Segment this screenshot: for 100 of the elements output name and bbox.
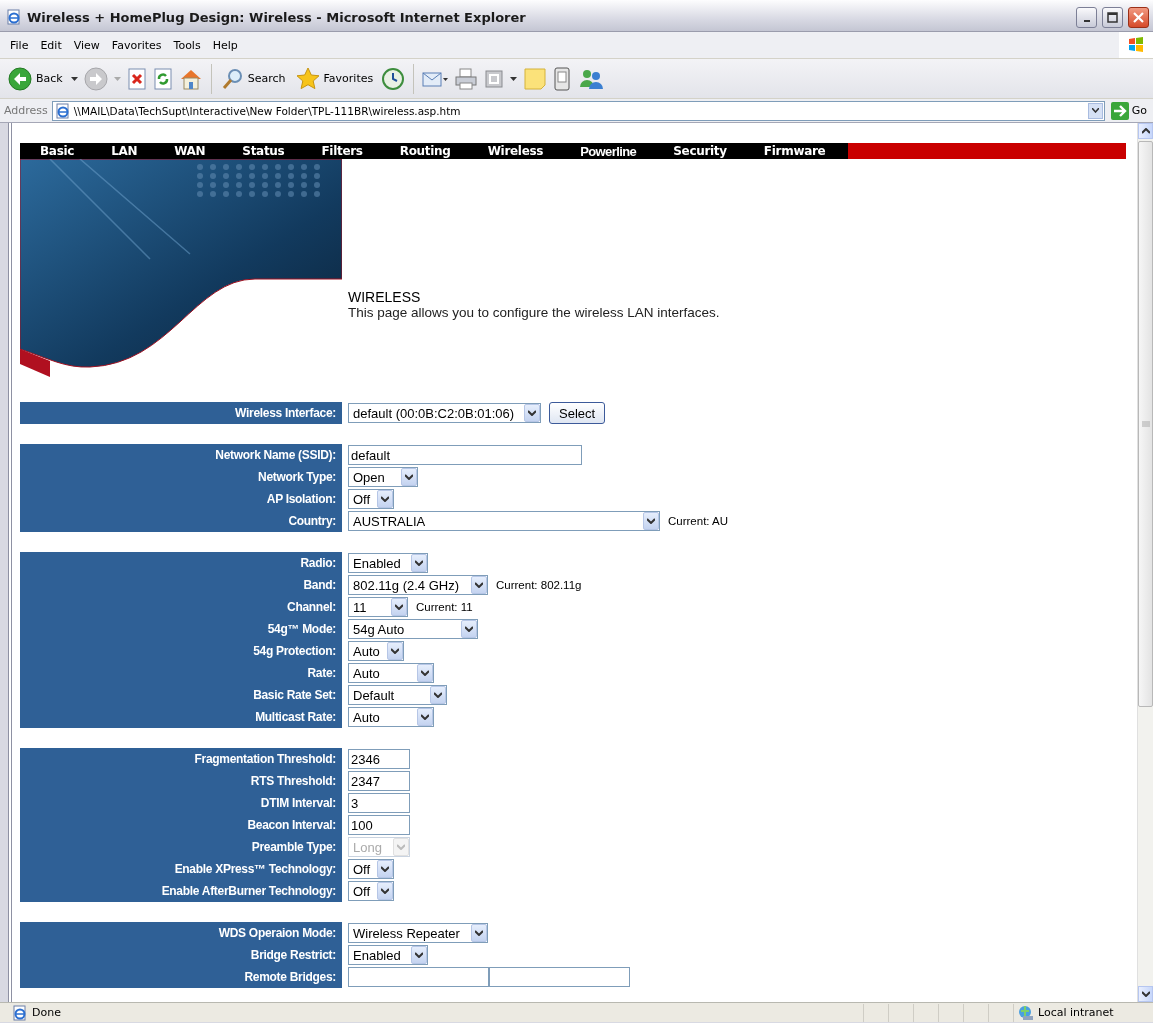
window-title: Wireless + HomePlug Design: Wireless - Microsoft Internet Explorer (27, 9, 527, 25)
dropdown-select[interactable]: default (00:0B:C2:0B:01:06) (348, 403, 541, 423)
input-field[interactable]: 2347 (348, 771, 410, 791)
field-label: Remote Bridges: (20, 966, 342, 988)
arrow-right-icon (1110, 101, 1129, 120)
dropdown-select[interactable]: Default (348, 685, 447, 705)
input-field[interactable]: 3 (348, 793, 410, 813)
field-label: Radio: (20, 552, 342, 574)
field-label: Country: (20, 510, 342, 532)
network-globe-icon (1018, 1004, 1034, 1021)
current-value-note: Current: 802.11g (496, 579, 582, 591)
search-button[interactable]: Search (219, 65, 288, 92)
current-value-note: Current: AU (668, 515, 729, 527)
dropdown-select[interactable]: Enabled (348, 945, 428, 965)
dropdown-select[interactable]: Auto (348, 641, 404, 661)
maximize-button[interactable] (1102, 6, 1123, 28)
field-label: WDS Operaion Mode: (20, 922, 342, 944)
input-field[interactable]: 100 (348, 815, 410, 835)
minimize-icon (1083, 20, 1090, 22)
input-field[interactable]: 2346 (348, 749, 410, 769)
refresh-icon[interactable] (152, 67, 173, 90)
printer-icon[interactable] (454, 67, 479, 90)
dropdown-caret-icon[interactable] (510, 76, 518, 81)
chevron-down-icon (381, 888, 389, 894)
dropdown-select[interactable]: AUSTRALIA (348, 511, 660, 531)
chevron-down-icon (434, 692, 442, 698)
browser-page-icon (54, 102, 71, 119)
address-label: Address (4, 104, 48, 117)
dropdown-select[interactable]: Open (348, 467, 418, 487)
menu-item[interactable]: Help (206, 36, 244, 54)
menu-item[interactable]: Tools (167, 36, 207, 54)
dropdown-select[interactable]: Auto (348, 707, 434, 727)
go-button[interactable]: Go (1108, 101, 1149, 120)
menu-item[interactable]: Edit (34, 36, 68, 54)
nav-link[interactable]: Filters (301, 144, 380, 158)
chevron-down-icon (421, 670, 429, 676)
browser-page-icon (6, 9, 22, 25)
stop-icon[interactable] (126, 67, 147, 90)
chevron-down-icon (391, 648, 399, 654)
menu-item[interactable]: File (4, 36, 35, 54)
dropdown-caret-icon[interactable] (70, 76, 78, 81)
chevron-down-icon (397, 844, 405, 850)
nav-link[interactable]: Basic (20, 144, 92, 158)
minimize-button[interactable] (1076, 6, 1097, 28)
nav-link[interactable]: Routing (379, 144, 468, 158)
scroll-up-icon[interactable] (1141, 128, 1150, 134)
chevron-down-icon (405, 474, 413, 480)
field-label: Rate: (20, 662, 342, 684)
select-button[interactable]: Select (549, 402, 606, 424)
nav-link[interactable]: Status (222, 144, 302, 158)
input-field[interactable] (348, 967, 489, 987)
history-clock-icon[interactable] (381, 66, 406, 91)
menu-item[interactable]: Favorites (105, 36, 168, 54)
close-button[interactable] (1128, 6, 1149, 28)
favorites-button[interactable]: Favorites (293, 64, 376, 93)
status-text: Done (32, 1006, 61, 1019)
scroll-down-icon[interactable] (1141, 991, 1150, 997)
browser-page-icon (12, 1004, 28, 1021)
chevron-down-icon (421, 714, 429, 720)
field-label: Network Type: (20, 466, 342, 488)
nav-link[interactable]: Powerline (560, 143, 654, 159)
nav-link[interactable]: Security (653, 144, 744, 158)
windows-flag-icon (1127, 36, 1145, 54)
edit-page-icon[interactable] (484, 68, 505, 89)
field-label: Wireless Interface: (20, 402, 342, 424)
field-label: Channel: (20, 596, 342, 618)
dropdown-select[interactable]: Enabled (348, 553, 428, 573)
address-field[interactable]: \\MAIL\Data\TechSupt\Interactive\New Folder\TPL-111BR\wireless.asp.htm (51, 100, 1105, 121)
handheld-device-icon[interactable] (553, 66, 572, 91)
dropdown-select[interactable]: 11 (348, 597, 408, 617)
field-label: RTS Threshold: (20, 770, 342, 792)
back-button[interactable]: Back (6, 64, 65, 93)
chevron-down-icon[interactable] (1091, 108, 1099, 113)
dropdown-select[interactable]: Auto (348, 663, 434, 683)
forward-button-icon[interactable] (83, 66, 108, 91)
nav-link[interactable]: Firmware (743, 144, 843, 158)
field-label: Preamble Type: (20, 836, 342, 858)
input-field[interactable] (489, 967, 630, 987)
nav-link[interactable]: LAN (91, 144, 155, 158)
nav-link[interactable]: WAN (154, 144, 223, 158)
dropdown-select[interactable]: Off (348, 881, 394, 901)
dropdown-select[interactable]: 54g Auto (348, 619, 478, 639)
field-label: Basic Rate Set: (20, 684, 342, 706)
close-icon (1133, 11, 1144, 23)
dropdown-select[interactable]: Off (348, 489, 394, 509)
chevron-down-icon (415, 560, 423, 566)
dropdown-select[interactable]: 802.11g (2.4 GHz) (348, 575, 488, 595)
chevron-down-icon (647, 518, 655, 524)
menu-item[interactable]: View (67, 36, 106, 54)
field-label: 54g™ Mode: (20, 618, 342, 640)
vertical-scrollbar[interactable] (1137, 123, 1153, 1002)
field-label: Beacon Interval: (20, 814, 342, 836)
chevron-down-icon (528, 410, 536, 416)
chevron-down-icon (465, 626, 473, 632)
input-field[interactable]: default (348, 445, 582, 465)
field-label: Enable XPress™ Technology: (20, 858, 342, 880)
dropdown-select[interactable]: Off (348, 859, 394, 879)
field-label: DTIM Interval: (20, 792, 342, 814)
nav-link[interactable]: Wireless (467, 144, 561, 158)
dropdown-select[interactable]: Wireless Repeater (348, 923, 488, 943)
